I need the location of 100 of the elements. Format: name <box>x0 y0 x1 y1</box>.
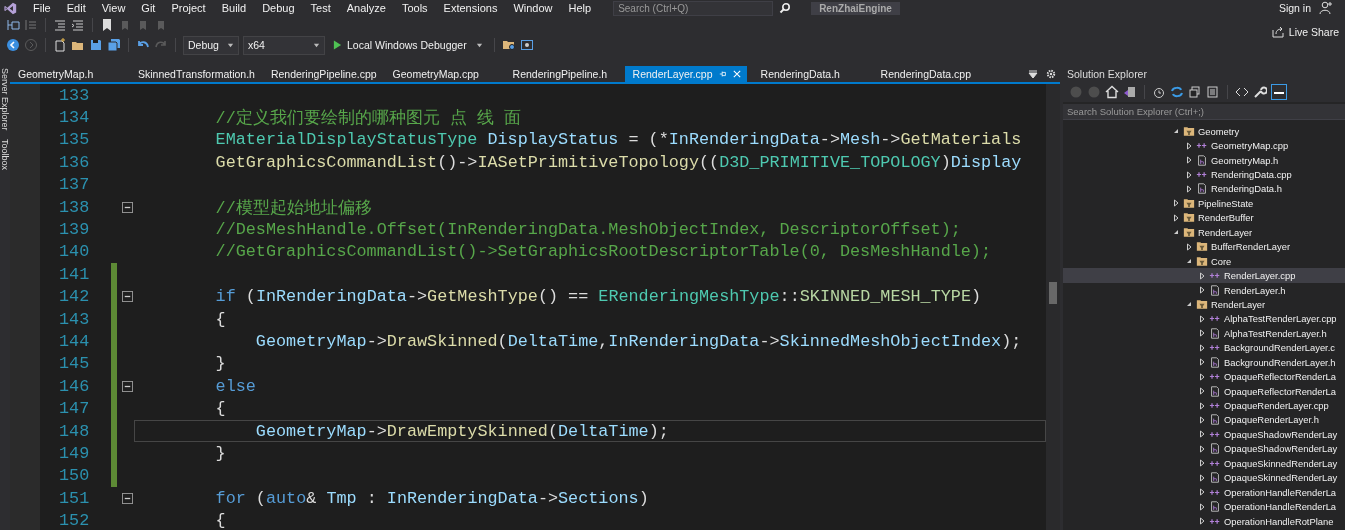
menu-item[interactable]: Git <box>133 2 164 14</box>
collapsed-arrow-icon[interactable] <box>1198 488 1206 497</box>
file-tab[interactable]: SkinnedTransformation.h <box>130 66 255 82</box>
menu-item[interactable]: Edit <box>58 2 94 14</box>
clock-icon[interactable] <box>1152 85 1166 99</box>
tree-item[interactable]: OpaqueRenderLayer.cpp <box>1063 398 1345 413</box>
tree-item[interactable]: RenderBuffer <box>1063 210 1345 226</box>
tree-item[interactable]: BackgroundRenderLayer.c <box>1063 340 1345 355</box>
pin-icon[interactable] <box>718 70 727 78</box>
tree-item[interactable]: RenderingData.h <box>1063 181 1345 197</box>
file-tab[interactable]: RenderingPipeline.cpp <box>262 66 377 82</box>
collapse-icon[interactable] <box>121 201 133 213</box>
collapsed-arrow-icon[interactable] <box>1172 199 1180 208</box>
new-item-icon[interactable] <box>53 38 67 52</box>
menu-item[interactable]: Debug <box>254 2 303 14</box>
tree-item[interactable]: RenderLayer.h <box>1063 282 1345 298</box>
collapsed-arrow-icon[interactable] <box>1198 358 1206 367</box>
tree-item[interactable]: RenderingData.cpp <box>1063 167 1345 182</box>
collapsed-arrow-icon[interactable] <box>1185 184 1193 193</box>
switch-views-icon[interactable] <box>1123 85 1137 99</box>
collapsed-arrow-icon[interactable] <box>1185 242 1193 251</box>
collapsed-arrow-icon[interactable] <box>1172 213 1180 222</box>
menu-item[interactable]: Extensions <box>435 2 506 14</box>
pages-icon[interactable] <box>1206 85 1220 99</box>
collapsed-arrow-icon[interactable] <box>1198 459 1206 468</box>
platform-dropdown[interactable]: x64 <box>243 35 325 55</box>
collapsed-arrow-icon[interactable] <box>1198 387 1206 396</box>
scrollbar[interactable] <box>1046 84 1060 530</box>
collapsed-arrow-icon[interactable] <box>1198 502 1206 511</box>
tree-item[interactable]: GeometryMap.cpp <box>1063 138 1345 153</box>
live-share-button[interactable]: Live Share <box>1264 24 1345 40</box>
collapsed-arrow-icon[interactable] <box>1185 170 1193 179</box>
file-tab[interactable]: RenderingData.cpp <box>872 66 985 82</box>
indent-icon[interactable] <box>71 18 85 32</box>
collapsed-arrow-icon[interactable] <box>1198 329 1206 338</box>
save-icon[interactable] <box>89 38 103 52</box>
file-tab[interactable]: RenderingPipeline.h <box>504 66 617 82</box>
collapsed-arrow-icon[interactable] <box>1198 517 1206 526</box>
window-icon[interactable] <box>519 38 534 52</box>
tree-item[interactable]: Geometry <box>1063 124 1345 139</box>
tree-item[interactable]: OperationHandleRenderLa <box>1063 484 1345 500</box>
search-field[interactable]: Search (Ctrl+Q) <box>613 0 774 16</box>
collapsed-arrow-icon[interactable] <box>1198 372 1206 381</box>
collapsed-arrow-icon[interactable] <box>1198 415 1206 424</box>
menu-item[interactable]: Tools <box>393 2 436 14</box>
file-tab[interactable]: RenderLayer.cpp <box>624 66 747 82</box>
run-button[interactable]: Local Windows Debugger <box>329 36 487 54</box>
toolbar-icon[interactable] <box>6 18 20 32</box>
collapse-icon[interactable] <box>121 492 133 504</box>
tree-item[interactable]: BackgroundRenderLayer.h <box>1063 355 1345 370</box>
sign-in-link[interactable]: Sign in <box>1278 2 1311 14</box>
tree-item[interactable]: OpaqueSkinnedRenderLay <box>1063 470 1345 485</box>
tree-item[interactable]: PipelineState <box>1063 196 1345 211</box>
menu-item[interactable]: Build <box>213 2 255 14</box>
configuration-dropdown[interactable]: Debug <box>183 35 239 55</box>
menu-item[interactable]: Project <box>163 2 214 14</box>
code-icon[interactable] <box>1235 85 1249 99</box>
collapse-icon[interactable] <box>121 291 133 303</box>
side-tab[interactable]: Server Explorer <box>0 68 10 131</box>
search-icon[interactable] <box>779 2 792 14</box>
folder-search-icon[interactable] <box>501 38 516 52</box>
file-tab[interactable]: GeometryMap.cpp <box>384 66 497 82</box>
menu-item[interactable]: Test <box>302 2 339 14</box>
person-icon[interactable] <box>1319 1 1333 15</box>
outdent-icon[interactable] <box>53 18 67 32</box>
menu-item[interactable]: Window <box>505 2 561 14</box>
sync-icon[interactable] <box>1170 85 1184 99</box>
tree-item[interactable]: RenderLayer <box>1063 225 1345 240</box>
collapsed-arrow-icon[interactable] <box>1198 314 1206 323</box>
collapsed-arrow-icon[interactable] <box>1198 473 1206 482</box>
file-tab[interactable]: GeometryMap.h <box>10 66 122 82</box>
search-field[interactable]: Search Solution Explorer (Ctrl+;) <box>1063 104 1345 120</box>
scroll-thumb[interactable] <box>1049 282 1057 304</box>
tree-item[interactable]: OpaqueShadowRenderLay <box>1063 427 1345 442</box>
collapse-all-icon[interactable] <box>1271 84 1287 100</box>
tree-item[interactable]: OpaqueReflectorRenderLa <box>1063 369 1345 384</box>
side-tab[interactable]: Toolbox <box>0 138 10 170</box>
dropdown-icon[interactable] <box>1028 69 1038 79</box>
collapsed-arrow-icon[interactable] <box>1185 141 1193 150</box>
menu-item[interactable]: View <box>93 2 134 14</box>
tree-item[interactable]: RenderLayer.cpp <box>1063 268 1345 283</box>
file-tab[interactable]: RenderingData.h <box>752 66 865 82</box>
collapsed-arrow-icon[interactable] <box>1198 444 1206 453</box>
tree-item[interactable]: Core <box>1063 253 1345 269</box>
collapse-icon[interactable] <box>121 380 133 392</box>
save-all-icon[interactable] <box>107 38 121 52</box>
tree-item[interactable]: AlphaTestRenderLayer.cpp <box>1063 311 1345 327</box>
tree-item[interactable]: BufferRenderLayer <box>1063 239 1345 254</box>
settings-icon[interactable] <box>1046 69 1056 79</box>
wrench-icon[interactable] <box>1253 85 1267 99</box>
tree-item[interactable]: RenderLayer <box>1063 297 1345 312</box>
bookmark-icon[interactable] <box>100 18 114 32</box>
collapsed-arrow-icon[interactable] <box>1198 401 1206 410</box>
tree-item[interactable]: AlphaTestRenderLayer.h <box>1063 326 1345 341</box>
home-icon[interactable] <box>1105 85 1119 99</box>
menu-item[interactable]: Analyze <box>338 2 394 14</box>
copy-icon[interactable] <box>1188 85 1202 99</box>
tree-item[interactable]: OperationHandleRotPlane <box>1063 513 1345 529</box>
collapsed-arrow-icon[interactable] <box>1198 286 1206 295</box>
close-icon[interactable] <box>732 70 741 78</box>
